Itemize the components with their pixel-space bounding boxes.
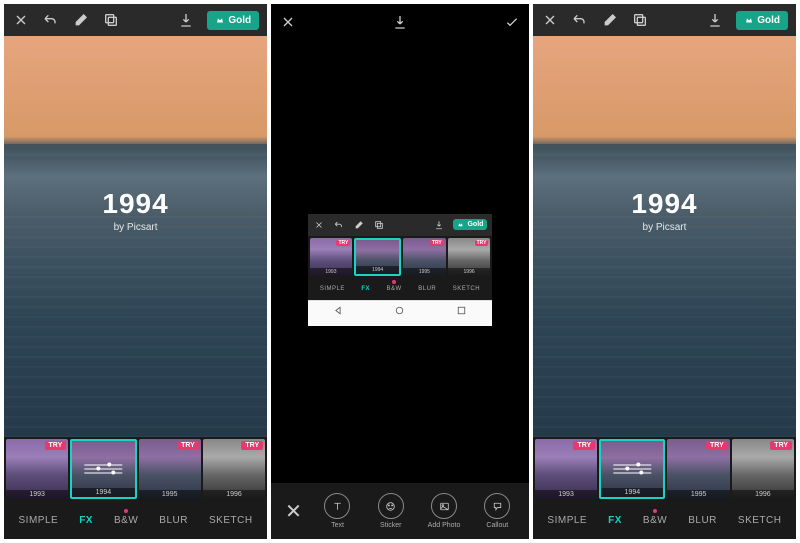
sliders-icon [85, 465, 122, 474]
filter-thumb[interactable]: TRY1996 [203, 439, 265, 499]
gold-button[interactable]: Gold [453, 219, 487, 230]
undo-icon[interactable] [571, 11, 589, 29]
filter-thumb[interactable]: TRY1995 [667, 439, 729, 499]
recent-key[interactable] [455, 304, 468, 322]
filter-thumbnails: TRY1993 1994 TRY1995 TRY1996 [308, 236, 493, 278]
undo-icon[interactable] [333, 219, 345, 231]
home-key[interactable] [393, 304, 406, 322]
tool-add-photo[interactable]: Add Photo [420, 493, 467, 529]
toolbar: Gold [308, 214, 493, 236]
tab-blur[interactable]: BLUR [418, 286, 436, 292]
tool-text[interactable]: Text [314, 493, 361, 529]
tab-simple[interactable]: SIMPLE [547, 515, 587, 526]
filter-thumb[interactable]: TRY1993 [535, 439, 597, 499]
tab-simple[interactable]: SIMPLE [19, 515, 59, 526]
close-icon[interactable] [279, 13, 297, 31]
toolbar: Gold [4, 4, 267, 36]
tab-blur[interactable]: BLUR [159, 515, 188, 526]
callout-icon [484, 493, 510, 519]
tab-blur[interactable]: BLUR [688, 515, 717, 526]
eraser-icon[interactable] [601, 11, 619, 29]
back-key[interactable] [332, 304, 345, 322]
gold-button[interactable]: Gold [736, 11, 788, 30]
phone-left: Gold 1994 by Picsart TRY1993 1994 TRY199… [4, 4, 267, 539]
download-icon[interactable] [706, 11, 724, 29]
tab-sketch[interactable]: SKETCH [453, 286, 480, 292]
filter-overlay-text: 1994 by Picsart [102, 188, 168, 233]
tab-fx[interactable]: FX [361, 286, 370, 292]
close-icon[interactable] [12, 11, 30, 29]
filter-thumb[interactable]: TRY1996 [732, 439, 794, 499]
eraser-icon[interactable] [353, 219, 365, 231]
tab-fx[interactable]: FX [608, 515, 622, 526]
check-icon[interactable] [503, 13, 521, 31]
layers-icon[interactable] [102, 11, 120, 29]
try-badge: TRY [241, 441, 263, 450]
nested-phone: Gold TRY1993 1994 TRY1995 TRY1996 SIMPLE… [308, 214, 493, 326]
tab-bw[interactable]: B&W [643, 515, 667, 526]
text-icon [324, 493, 350, 519]
filter-thumbnails: TRY1993 1994 TRY1995 TRY1996 [4, 437, 267, 501]
tab-simple[interactable]: SIMPLE [320, 286, 345, 292]
filter-thumb[interactable]: TRY1995 [403, 238, 446, 276]
filter-thumb-active[interactable]: 1994 [70, 439, 136, 499]
phone-right: Gold 1994 by Picsart TRY1993 1994 TRY199… [533, 4, 796, 539]
tab-bw[interactable]: B&W [114, 515, 138, 526]
filter-thumb-active[interactable]: 1994 [354, 238, 401, 276]
preview-area: Gold TRY1993 1994 TRY1995 TRY1996 SIMPLE… [271, 40, 529, 483]
category-tabs: SIMPLE FX B&W BLUR SKETCH [308, 278, 493, 300]
filter-thumb[interactable]: TRY1995 [139, 439, 201, 499]
image-canvas[interactable]: 1994 by Picsart [533, 36, 796, 437]
download-icon[interactable] [391, 13, 409, 31]
sliders-icon [614, 465, 651, 474]
filter-thumb[interactable]: TRY1996 [448, 238, 491, 276]
category-tabs: SIMPLE FX B&W BLUR SKETCH [533, 501, 796, 539]
bottom-toolbar: ✕ Text Sticker Add Photo Callout [271, 483, 529, 539]
download-icon[interactable] [177, 11, 195, 29]
layers-icon[interactable] [631, 11, 649, 29]
filter-thumb-active[interactable]: 1994 [599, 439, 665, 499]
toolbar-outer [271, 4, 529, 40]
toolbar: Gold [533, 4, 796, 36]
tab-sketch[interactable]: SKETCH [738, 515, 782, 526]
android-nav [308, 300, 493, 326]
download-icon[interactable] [433, 219, 445, 231]
category-tabs: SIMPLE FX B&W BLUR SKETCH [4, 501, 267, 539]
gold-button[interactable]: Gold [207, 11, 259, 30]
try-badge: TRY [45, 441, 67, 450]
tool-sticker[interactable]: Sticker [367, 493, 414, 529]
close-icon[interactable] [313, 219, 325, 231]
image-canvas[interactable]: 1994 by Picsart [4, 36, 267, 437]
undo-icon[interactable] [42, 11, 60, 29]
sticker-icon [378, 493, 404, 519]
tab-sketch[interactable]: SKETCH [209, 515, 253, 526]
try-badge: TRY [177, 441, 199, 450]
layers-icon[interactable] [373, 219, 385, 231]
tab-bw[interactable]: B&W [387, 286, 402, 292]
tool-callout[interactable]: Callout [474, 493, 521, 529]
tab-fx[interactable]: FX [79, 515, 93, 526]
eraser-icon[interactable] [72, 11, 90, 29]
filter-thumbnails: TRY1993 1994 TRY1995 TRY1996 [533, 437, 796, 501]
filter-overlay-text: 1994 by Picsart [631, 188, 697, 233]
filter-thumb[interactable]: TRY1993 [6, 439, 68, 499]
close-icon[interactable]: ✕ [279, 499, 308, 524]
photo-icon [431, 493, 457, 519]
phone-middle: Gold TRY1993 1994 TRY1995 TRY1996 SIMPLE… [271, 4, 529, 539]
close-icon[interactable] [541, 11, 559, 29]
filter-thumb[interactable]: TRY1993 [310, 238, 353, 276]
